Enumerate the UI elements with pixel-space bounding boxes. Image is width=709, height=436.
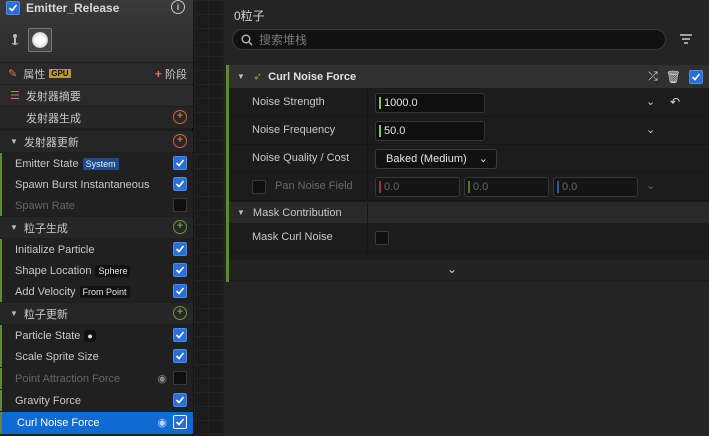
module-point-attraction-force[interactable]: Point Attraction Force ◉ xyxy=(0,368,193,389)
module-enable-checkbox[interactable] xyxy=(173,242,187,256)
chevron-down-icon[interactable]: ⌄ xyxy=(646,179,655,192)
param-noise-quality: Noise Quality / Cost Baked (Medium) ⌄ xyxy=(229,145,709,173)
module-enable-checkbox[interactable] xyxy=(173,284,187,298)
module-enable-checkbox[interactable] xyxy=(173,198,187,212)
module-enable-checkbox[interactable] xyxy=(173,393,187,407)
add-module-button[interactable]: + xyxy=(173,134,187,148)
trash-icon[interactable]: 🗑 xyxy=(666,70,681,84)
param-pan-noise-field: Pan Noise Field 0.0 0.0 0.0 ⌄ xyxy=(229,173,709,201)
module-badge: From Point xyxy=(79,285,130,298)
add-stage-button[interactable]: + 阶段 xyxy=(155,66,187,82)
pan-y-input[interactable]: 0.0 xyxy=(464,177,549,197)
emitter-update-category[interactable]: ▼ 发射器更新 + xyxy=(0,131,193,152)
eye-icon[interactable]: ◉ xyxy=(157,416,167,429)
expand-advanced-row[interactable]: ⌄ xyxy=(229,260,709,280)
emitter-summary-row[interactable]: ☰ 发射器摘要 xyxy=(0,85,193,106)
info-icon[interactable]: i xyxy=(171,0,185,14)
module-spawn-burst[interactable]: Spawn Burst Instantaneous xyxy=(0,174,193,195)
module-enable-checkbox[interactable] xyxy=(173,156,187,170)
shuffle-icon[interactable]: ⤮ xyxy=(648,69,658,84)
isolate-icon[interactable] xyxy=(10,33,20,47)
pencil-icon: ✎ xyxy=(8,68,18,80)
module-emitter-state[interactable]: Emitter State System xyxy=(0,153,193,174)
module-gravity-force[interactable]: Gravity Force xyxy=(0,390,193,411)
module-details: ▼ ➶ Curl Noise Force ⤮ 🗑 Noise Strength … xyxy=(226,65,709,282)
filter-icon[interactable] xyxy=(679,33,693,45)
pan-z-input[interactable]: 0.0 xyxy=(553,177,638,197)
module-curl-noise-force[interactable]: Curl Noise Force ◉ xyxy=(0,412,193,434)
emitter-name: Emitter_Release xyxy=(26,1,120,15)
reset-icon[interactable]: ↶ xyxy=(670,95,680,109)
caret-down-icon: ▼ xyxy=(10,309,18,318)
panel-title: 0粒子 xyxy=(234,9,265,23)
particle-spawn-category[interactable]: ▼ 粒子生成 + xyxy=(0,217,193,238)
module-name: Curl Noise Force xyxy=(268,70,357,83)
chevron-down-icon: ⌄ xyxy=(447,262,458,276)
properties-label: 属性 xyxy=(23,68,46,81)
param-noise-frequency: Noise Frequency 50.0 ⌄ xyxy=(229,117,709,145)
caret-down-icon: ▼ xyxy=(10,137,18,146)
caret-down-icon: ▼ xyxy=(10,223,18,232)
list-icon: ☰ xyxy=(10,90,20,102)
caret-down-icon: ▼ xyxy=(237,208,245,217)
module-shape-location[interactable]: Shape Location Sphere xyxy=(0,260,193,281)
search-icon xyxy=(241,34,253,45)
pan-noise-checkbox[interactable] xyxy=(252,180,266,194)
module-enable-checkbox[interactable] xyxy=(173,349,187,363)
noise-quality-dropdown[interactable]: Baked (Medium) ⌄ xyxy=(375,149,497,169)
emitter-stack-panel: Emitter_Release i ✎ 属性 GPU + 阶段 ☰ 发射器摘要 … xyxy=(0,0,193,436)
eye-icon[interactable]: ◉ xyxy=(157,372,167,385)
param-noise-strength: Noise Strength 1000.0 ⌄ ↶ xyxy=(229,89,709,117)
chevron-down-icon: ⌄ xyxy=(478,153,488,165)
module-add-velocity[interactable]: Add Velocity From Point xyxy=(0,281,193,302)
module-scale-sprite-size[interactable]: Scale Sprite Size xyxy=(0,346,193,367)
module-header[interactable]: ▼ ➶ Curl Noise Force ⤮ 🗑 xyxy=(229,65,709,88)
module-badge: System xyxy=(82,157,119,170)
module-enable-checkbox[interactable] xyxy=(173,371,187,385)
pan-x-input[interactable]: 0.0 xyxy=(375,177,460,197)
niagara-editor: Emitter_Release i ✎ 属性 GPU + 阶段 ☰ 发射器摘要 … xyxy=(0,0,709,436)
stack-search-input[interactable]: 搜索堆栈 xyxy=(232,29,666,50)
module-badge: Sphere xyxy=(95,264,131,277)
module-enable-checkbox[interactable] xyxy=(173,177,187,191)
emitter-header: Emitter_Release i xyxy=(0,0,193,62)
module-enable-checkbox[interactable] xyxy=(173,415,187,429)
emitter-spawn-row[interactable]: 发射器生成 + xyxy=(0,107,193,128)
module-enable-checkbox[interactable] xyxy=(173,263,187,277)
noise-strength-input[interactable]: 1000.0 xyxy=(375,93,485,113)
state-dot-icon: ● xyxy=(84,329,96,342)
properties-row[interactable]: ✎ 属性 GPU + 阶段 xyxy=(0,63,193,84)
caret-down-icon: ▼ xyxy=(237,72,245,81)
module-spawn-rate[interactable]: Spawn Rate xyxy=(0,195,193,216)
mask-contribution-section[interactable]: ▼ Mask Contribution xyxy=(229,202,709,223)
emitter-thumbnail[interactable] xyxy=(28,28,52,52)
module-particle-state[interactable]: Particle State ● xyxy=(0,325,193,346)
chevron-down-icon[interactable]: ⌄ xyxy=(646,95,655,108)
graph-canvas[interactable] xyxy=(194,0,224,436)
emitter-enable-checkbox[interactable] xyxy=(6,1,20,15)
gpu-badge: GPU xyxy=(49,69,71,78)
selection-details-panel: 0粒子 搜索堆栈 ▼ ➶ Curl Noise Force ⤮ 🗑 Noise … xyxy=(224,0,709,436)
add-module-button[interactable]: + xyxy=(173,220,187,234)
add-module-button[interactable]: + xyxy=(173,306,187,320)
module-enable-checkbox[interactable] xyxy=(689,69,703,84)
particle-update-category[interactable]: ▼ 粒子更新 + xyxy=(0,303,193,324)
module-type-icon: ➶ xyxy=(252,71,263,83)
chevron-down-icon[interactable]: ⌄ xyxy=(646,123,655,136)
mask-curl-checkbox[interactable] xyxy=(375,231,389,245)
module-enable-checkbox[interactable] xyxy=(173,328,187,342)
module-initialize-particle[interactable]: Initialize Particle xyxy=(0,239,193,260)
add-module-button[interactable]: + xyxy=(173,110,187,124)
noise-frequency-input[interactable]: 50.0 xyxy=(375,121,485,141)
param-mask-curl-noise: Mask Curl Noise xyxy=(229,224,709,252)
